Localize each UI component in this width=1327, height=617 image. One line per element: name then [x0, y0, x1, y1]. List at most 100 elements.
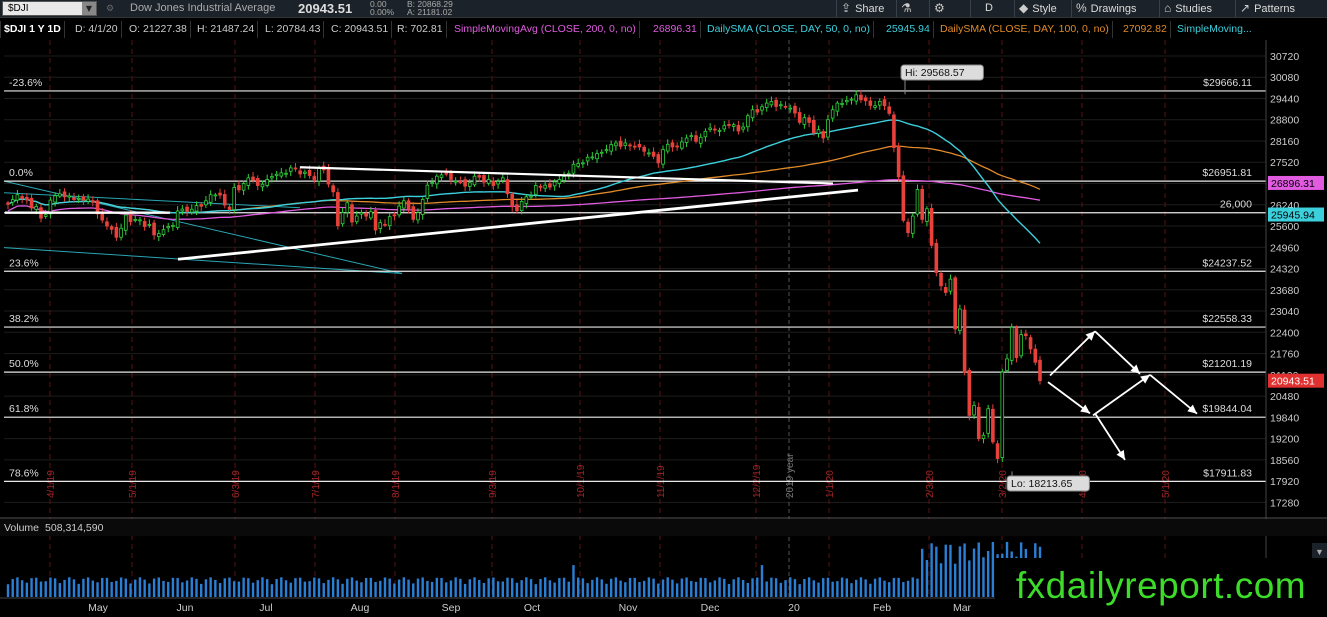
- volume-bar: [779, 582, 783, 597]
- candle-body: [642, 146, 646, 152]
- candle-body: [962, 309, 967, 373]
- volume-bar: [256, 580, 259, 597]
- candle-body: [284, 172, 288, 175]
- volume-bar: [35, 577, 38, 597]
- date-label: 2/3/20: [925, 470, 936, 498]
- lo-callout: Lo: 18213.65: [1011, 478, 1072, 490]
- volume-bar: [723, 578, 726, 597]
- candle-body: [307, 169, 312, 176]
- volume-bar: [223, 578, 226, 597]
- candle-body: [731, 124, 736, 127]
- volume-bar: [435, 577, 439, 597]
- candle-body: [420, 199, 425, 215]
- volume-bar: [171, 577, 175, 597]
- volume-bar: [157, 577, 160, 597]
- volume-bar: [685, 577, 688, 597]
- volume-bar: [902, 582, 905, 597]
- price-chart[interactable]: 4/1/19 5/1/19 6/3/19 7/1/19 8/1/19 9/3/19 10/1…: [0, 0, 1327, 617]
- candle-body: [463, 179, 467, 187]
- candle-body: [548, 183, 552, 188]
- volume-bar: [671, 579, 674, 597]
- candle-body: [783, 105, 788, 108]
- candle-body: [830, 109, 835, 119]
- volume-bar: [652, 578, 655, 597]
- volume-bar: [605, 583, 608, 597]
- candle-body: [260, 183, 265, 188]
- y-tick-label: 18560: [1270, 455, 1299, 467]
- volume-bar: [789, 577, 792, 597]
- volume-bar: [746, 582, 750, 597]
- candle-body: [331, 185, 335, 193]
- volume-bar: [195, 578, 198, 597]
- volume-bar: [190, 577, 193, 597]
- candle-body: [255, 178, 260, 186]
- candle-body: [769, 101, 774, 106]
- volume-bar: [355, 580, 358, 597]
- volume-bar: [888, 582, 891, 597]
- candle-body: [901, 175, 906, 221]
- candle-body: [486, 179, 491, 184]
- volume-bar: [807, 577, 811, 597]
- volume-bar: [449, 580, 453, 597]
- candle-body: [402, 200, 406, 209]
- volume-bar: [53, 578, 57, 597]
- volume-bar: [977, 542, 980, 597]
- fib-price-label: $24237.52: [1202, 257, 1252, 269]
- candle-body: [364, 213, 368, 217]
- volume-bar: [374, 581, 377, 597]
- volume-bar: [675, 583, 679, 597]
- volume-bar: [581, 578, 585, 597]
- volume-bar: [388, 578, 391, 597]
- volume-bar: [576, 577, 580, 597]
- volume-bar: [280, 577, 283, 597]
- y-tick-label: 30080: [1270, 72, 1299, 84]
- volume-bar: [506, 577, 509, 597]
- candle-body: [976, 406, 981, 440]
- fib-price-label: $17911.83: [1203, 467, 1252, 479]
- volume-bar: [214, 579, 217, 597]
- volume-bar: [892, 577, 896, 597]
- candle-body: [925, 208, 929, 222]
- candle-body: [119, 227, 123, 238]
- volume-bar: [680, 578, 684, 597]
- candle-body: [279, 172, 284, 177]
- candle-body: [689, 135, 694, 138]
- candle-body: [435, 175, 439, 185]
- y-tick-label: 17920: [1270, 476, 1299, 488]
- volume-bar: [101, 577, 104, 597]
- volume-bar: [119, 577, 123, 597]
- candle-body: [317, 167, 321, 182]
- volume-bar: [341, 583, 344, 597]
- candle-body: [298, 170, 302, 175]
- volume-bar: [82, 578, 85, 597]
- volume-bar: [619, 580, 622, 597]
- y-tick-label: 19840: [1270, 412, 1299, 424]
- fib-price-label: $26951.81: [1202, 167, 1252, 179]
- candle-body: [764, 102, 769, 108]
- volume-bar: [86, 577, 90, 597]
- volume-bar: [110, 581, 113, 597]
- candle-body: [746, 115, 750, 128]
- volume-bar: [595, 577, 599, 597]
- candle-body: [105, 221, 109, 227]
- y-tick-label: 23680: [1270, 285, 1299, 297]
- candle-body: [656, 154, 661, 164]
- volume-bar: [968, 560, 971, 597]
- candle-body: [623, 142, 628, 147]
- candle-body: [171, 225, 175, 227]
- volume-bar: [350, 577, 354, 597]
- candle-body: [774, 99, 778, 107]
- candle-body: [713, 128, 717, 131]
- volume-bar: [911, 577, 914, 597]
- candle-body: [797, 112, 802, 123]
- volume-bar: [972, 548, 976, 597]
- volume-bar: [185, 580, 189, 597]
- volume-bar: [6, 584, 10, 597]
- candle-body: [274, 173, 279, 176]
- month-label: Jul: [259, 602, 272, 614]
- volume-header: [0, 519, 1327, 536]
- candle-body: [1038, 359, 1042, 382]
- candle-body: [180, 208, 185, 212]
- candle-body: [934, 242, 939, 273]
- candle-body: [147, 223, 152, 226]
